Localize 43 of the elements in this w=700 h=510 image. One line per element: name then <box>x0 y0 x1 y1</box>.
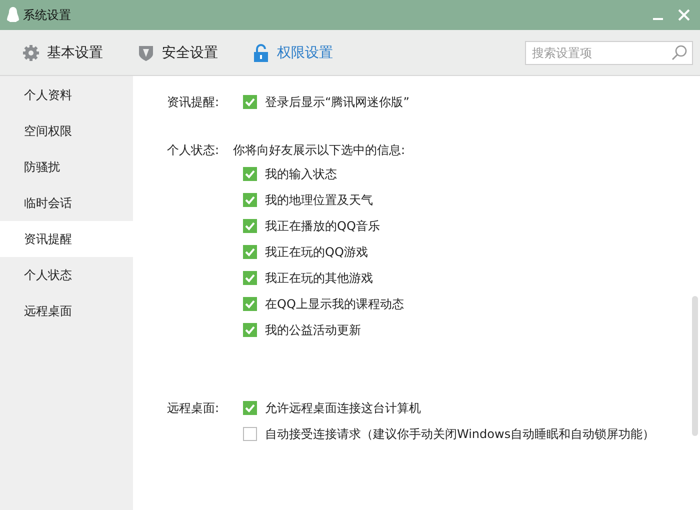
sidebar-item[interactable]: 远程桌面 <box>0 293 133 329</box>
shield-icon <box>137 44 155 62</box>
checkbox[interactable] <box>243 401 257 415</box>
section-label: 远程桌面: <box>167 400 220 417</box>
checkbox[interactable] <box>243 95 257 109</box>
checkbox[interactable] <box>243 245 257 259</box>
checkbox-label[interactable]: 在QQ上显示我的课程动态 <box>265 296 404 312</box>
scrollbar[interactable] <box>692 296 698 436</box>
sidebar-item[interactable]: 资讯提醒 <box>0 221 133 257</box>
checkbox[interactable] <box>243 193 257 207</box>
tab[interactable]: 安全设置 <box>137 44 218 62</box>
checkbox[interactable] <box>243 271 257 285</box>
checkbox-label[interactable]: 我的地理位置及天气 <box>265 192 373 208</box>
sidebar-item[interactable]: 空间权限 <box>0 113 133 149</box>
section-label: 资讯提醒: <box>167 94 220 111</box>
checkbox[interactable] <box>243 297 257 311</box>
tab[interactable]: 权限设置 <box>252 44 333 62</box>
window-title: 系统设置 <box>23 6 71 24</box>
checkbox-label[interactable]: 登录后显示“腾讯网迷你版” <box>265 94 410 110</box>
lock-icon <box>252 44 270 62</box>
gear-icon <box>22 44 40 62</box>
checkbox-label[interactable]: 我正在玩的QQ游戏 <box>265 244 368 260</box>
checkbox[interactable] <box>243 167 257 181</box>
search-field[interactable]: 搜索设置项 <box>525 40 693 64</box>
checkbox-label[interactable]: 我正在玩的其他游戏 <box>265 270 373 286</box>
sidebar-item[interactable]: 个人状态 <box>0 257 133 293</box>
checkbox-label[interactable]: 我正在播放的QQ音乐 <box>265 218 380 234</box>
section-label: 个人状态: <box>167 142 220 159</box>
sidebar-item[interactable]: 防骚扰 <box>0 149 133 185</box>
close-icon[interactable] <box>678 9 690 21</box>
penguin-icon <box>7 7 19 23</box>
checkbox[interactable] <box>243 427 257 441</box>
checkbox-label[interactable]: 允许远程桌面连接这台计算机 <box>265 400 421 416</box>
search-icon[interactable] <box>671 44 687 60</box>
checkbox[interactable] <box>243 323 257 337</box>
checkbox-label[interactable]: 自动接受连接请求（建议你手动关闭Windows自动睡眠和自动锁屏功能） <box>265 426 655 442</box>
sidebar-item[interactable]: 个人资料 <box>0 77 133 113</box>
checkbox[interactable] <box>243 219 257 233</box>
sidebar-item[interactable]: 临时会话 <box>0 185 133 221</box>
description-text: 你将向好友展示以下选中的信息: <box>233 142 406 159</box>
tab[interactable]: 基本设置 <box>22 44 103 62</box>
checkbox-label[interactable]: 我的输入状态 <box>265 166 337 182</box>
checkbox-label[interactable]: 我的公益活动更新 <box>265 322 361 338</box>
